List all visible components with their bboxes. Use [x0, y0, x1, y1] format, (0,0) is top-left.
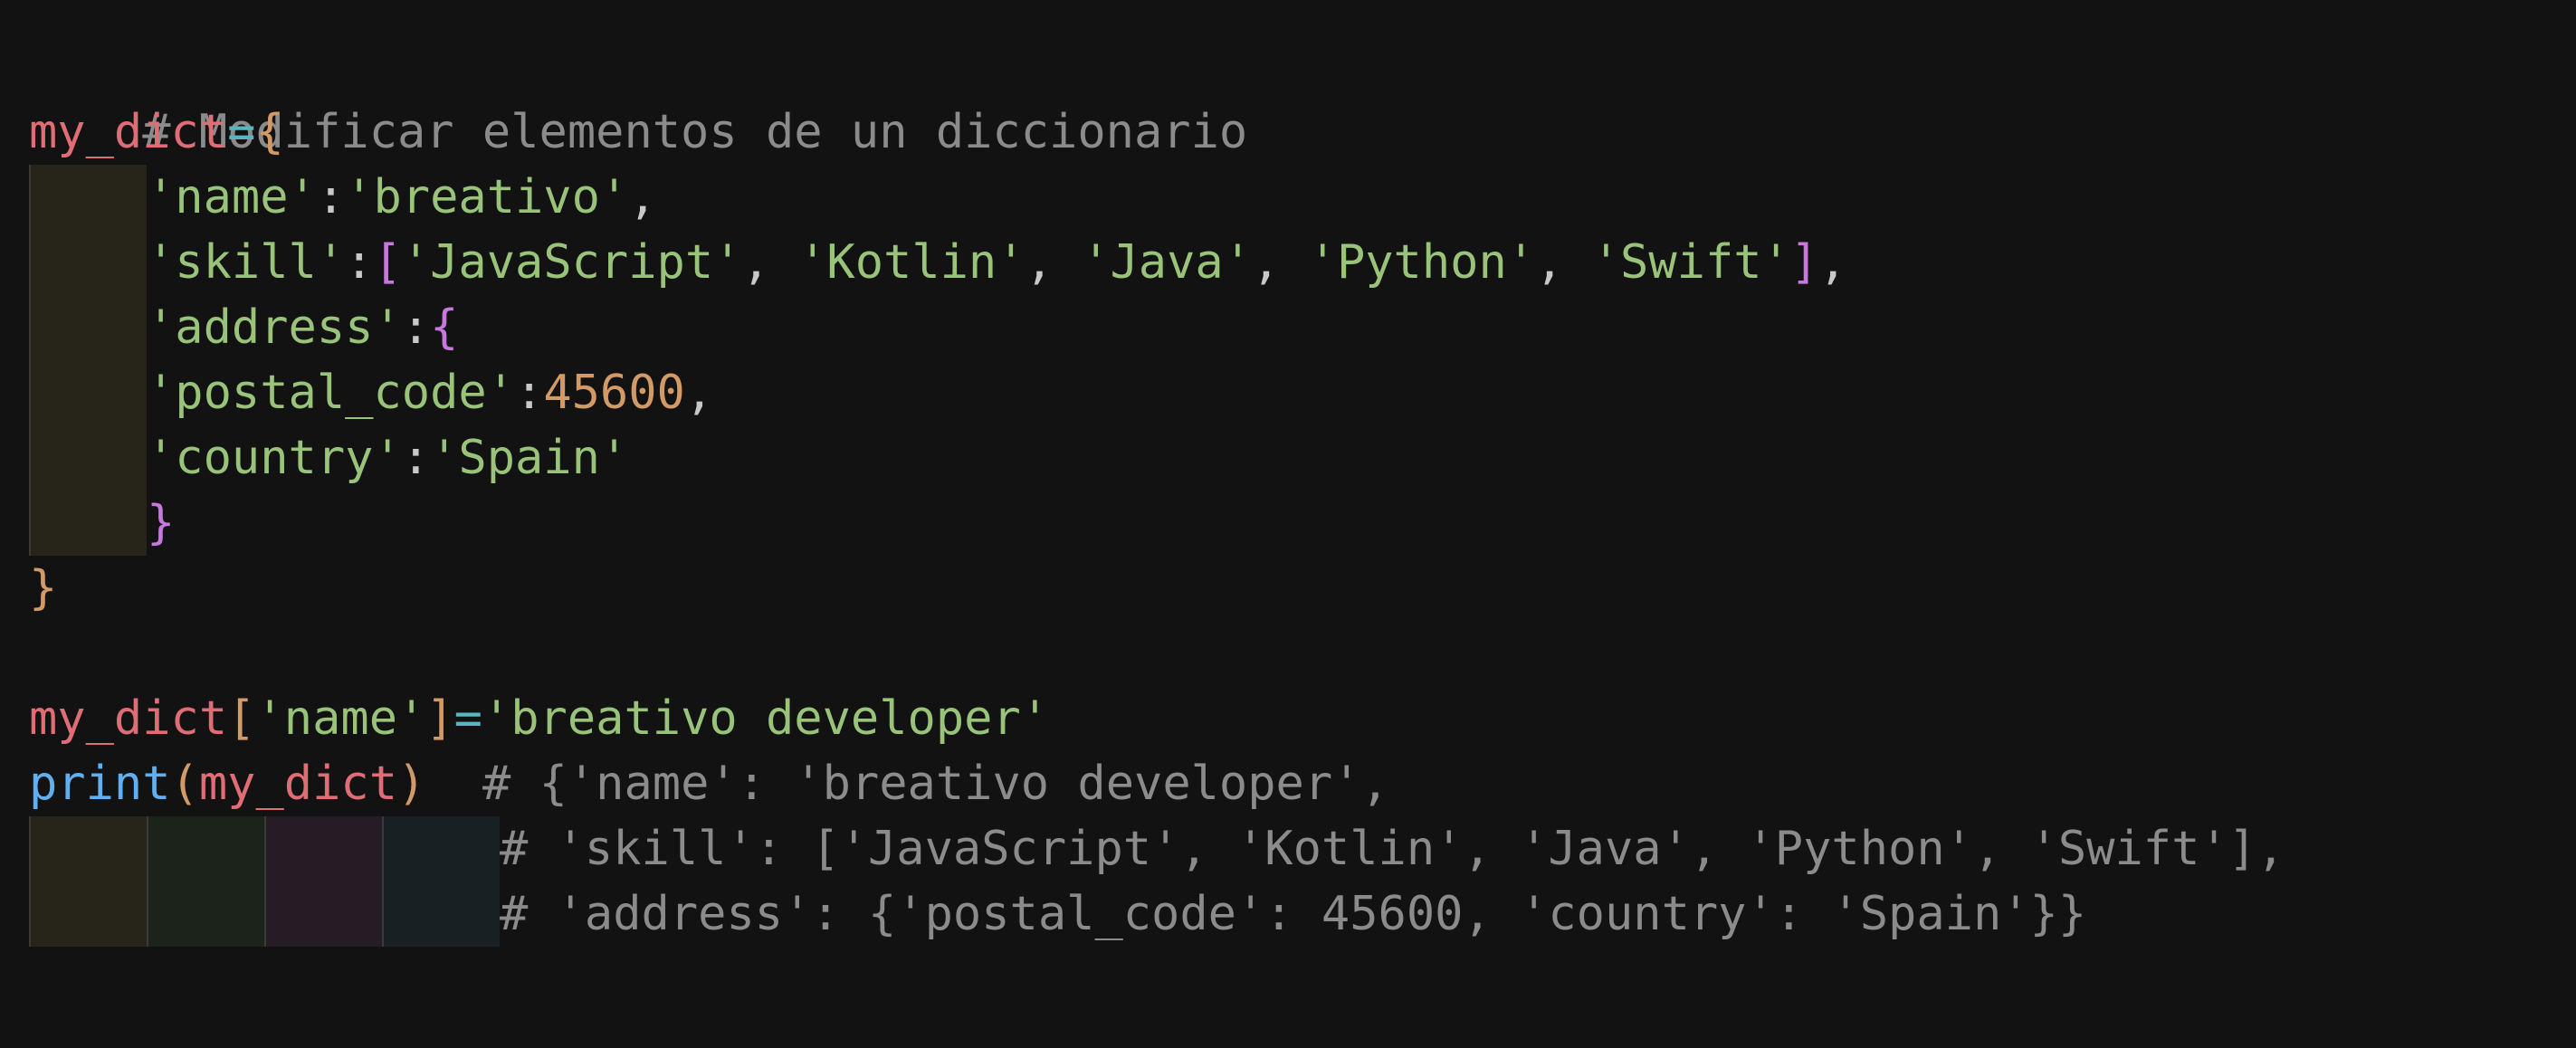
code-line-13: # 'skill': ['JavaScript', 'Kotlin', 'Jav…: [29, 816, 2563, 881]
code-line-3: 'name':'breativo',: [29, 165, 2563, 230]
open-paren: (: [170, 757, 199, 811]
indent-guide: [29, 230, 147, 295]
code-line-12: print(my_dict) # {'name': 'breativo deve…: [29, 751, 2563, 816]
colon: :: [401, 300, 431, 355]
indent-guide: [29, 881, 147, 947]
key-skill: 'skill': [147, 235, 346, 290]
indent-guide: [264, 881, 382, 947]
code-line-10-blank: [29, 621, 2563, 686]
indent-guide: [29, 165, 147, 230]
open-bracket: [: [227, 691, 256, 746]
code-line-5: 'address':{: [29, 295, 2563, 360]
comma: ,: [1252, 235, 1309, 290]
close-paren: ): [397, 757, 426, 811]
skill-item: 'JavaScript': [401, 235, 742, 290]
code-line-1: # Modificar elementos de un diccionario: [29, 34, 2563, 159]
skill-item: 'Swift': [1591, 235, 1790, 290]
comma: ,: [1025, 235, 1083, 290]
indent-guide: [382, 816, 500, 881]
code-line-11: my_dict['name']='breativo developer': [29, 686, 2563, 751]
value-name: 'breativo': [345, 170, 629, 224]
skill-item: 'Kotlin': [798, 235, 1026, 290]
comma: ,: [1818, 235, 1847, 290]
value-country: 'Spain': [430, 431, 629, 485]
colon: :: [316, 170, 346, 224]
indent-guide: [29, 425, 147, 491]
close-bracket: ]: [425, 691, 454, 746]
code-line-9: }: [29, 556, 2563, 621]
output-comment-3: # 'address': {'postal_code': 45600, 'cou…: [500, 887, 2087, 941]
open-brace-nested: {: [430, 300, 459, 355]
dict-variable: my_dict: [29, 105, 228, 159]
assign-operator: =: [453, 691, 482, 746]
close-brace: }: [29, 561, 58, 615]
dict-variable: my_dict: [29, 691, 228, 746]
assign-operator: =: [227, 105, 256, 159]
indent-guide: [29, 491, 147, 556]
code-line-6: 'postal_code':45600,: [29, 360, 2563, 425]
code-line-7: 'country':'Spain': [29, 425, 2563, 491]
close-brace-nested: }: [147, 496, 176, 550]
comma: ,: [741, 235, 799, 290]
key-name: 'name': [147, 170, 317, 224]
code-line-2: my_dict={: [29, 100, 2563, 165]
open-brace: {: [255, 105, 284, 159]
code-editor[interactable]: # Modificar elementos de un diccionario …: [29, 34, 2563, 947]
close-bracket: ]: [1789, 235, 1819, 290]
indent-guide: [29, 816, 147, 881]
open-bracket: [: [373, 235, 402, 290]
value-postal-code: 45600: [543, 366, 685, 420]
output-comment-2: # 'skill': ['JavaScript', 'Kotlin', 'Jav…: [500, 822, 2285, 876]
code-line-4: 'skill':['JavaScript', 'Kotlin', 'Java',…: [29, 230, 2563, 295]
indent-guide: [147, 816, 264, 881]
code-line-14: # 'address': {'postal_code': 45600, 'cou…: [29, 881, 2563, 947]
colon: :: [345, 235, 374, 290]
comma: ,: [1535, 235, 1592, 290]
print-function: print: [29, 757, 171, 811]
key-name: 'name': [255, 691, 426, 746]
skill-item: 'Java': [1082, 235, 1253, 290]
key-postal-code: 'postal_code': [147, 366, 515, 420]
indent-guide: [264, 816, 382, 881]
output-comment-1: # {'name': 'breativo developer',: [482, 757, 1389, 811]
indent-guide: [29, 295, 147, 360]
code-line-8: }: [29, 491, 2563, 556]
indent-guide: [382, 881, 500, 947]
comma: ,: [628, 170, 657, 224]
comma: ,: [684, 366, 714, 420]
dict-variable: my_dict: [198, 757, 398, 811]
new-name-value: 'breativo developer': [482, 691, 1050, 746]
colon: :: [515, 366, 544, 420]
colon: :: [401, 431, 431, 485]
key-address: 'address': [147, 300, 402, 355]
indent-guide: [147, 881, 264, 947]
key-country: 'country': [147, 431, 402, 485]
indent-guide: [29, 360, 147, 425]
skill-item: 'Python': [1308, 235, 1536, 290]
